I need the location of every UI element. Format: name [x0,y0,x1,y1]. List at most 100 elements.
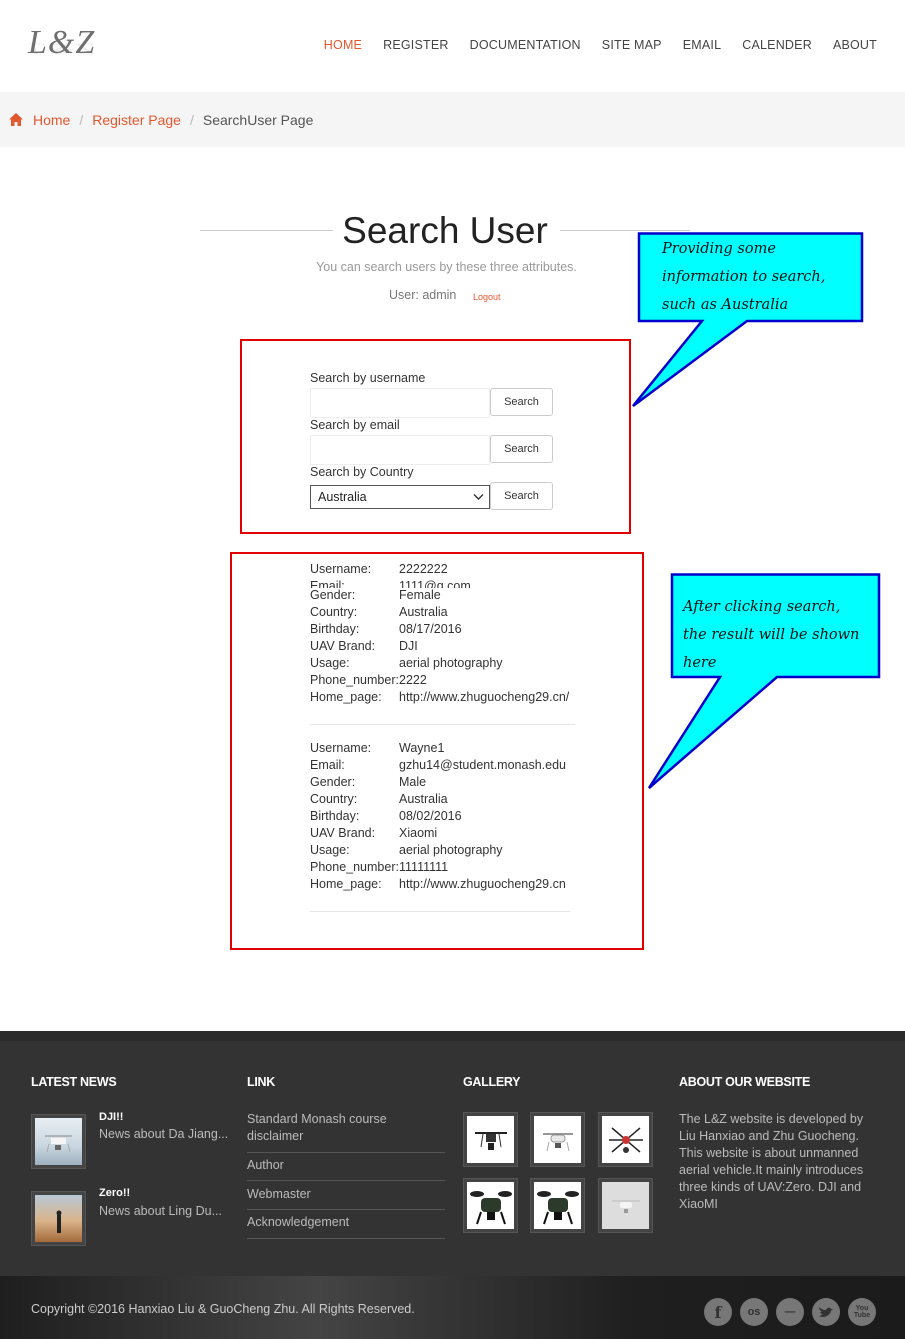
delicious-icon[interactable]: — [776,1298,804,1326]
field-value: 2222222 [399,562,448,576]
nav-email[interactable]: EMAIL [683,38,722,52]
logout-link[interactable]: Logout [473,292,501,302]
gallery-item[interactable] [598,1112,653,1167]
field-label: Country: [310,792,358,806]
field-label: Gender: [310,588,356,602]
gallery-heading: GALLERY [463,1075,521,1089]
search-country-button[interactable]: Search [490,482,553,510]
drone-image [35,1118,82,1165]
result-gender-row: Gender: Female [310,588,575,605]
result-username-row: Username: 2222222 [310,562,575,579]
search-email-button[interactable]: Search [490,435,553,463]
breadcrumb-home[interactable]: Home [33,112,70,128]
gallery-item[interactable] [463,1112,518,1167]
email-input[interactable] [310,435,490,465]
username-label: Search by username [310,371,426,385]
gallery-item[interactable] [598,1178,653,1233]
field-label: UAV Brand: [310,826,376,840]
callout-line: Providing some [662,241,776,257]
field-label: Email: [310,579,345,588]
result-birthday-row: Birthday: 08/17/2016 [310,622,575,639]
news-thumbnail[interactable] [31,1114,86,1169]
nav-site-map[interactable]: SITE MAP [602,38,662,52]
field-label: UAV Brand: [310,639,376,653]
result-usage-row: Usage: aerial photography [310,843,575,860]
twitter-icon[interactable] [812,1298,840,1326]
field-value: Female [399,588,441,602]
field-label: Home_page: [310,877,382,891]
gallery-item[interactable] [530,1178,585,1233]
nav-documentation[interactable]: DOCUMENTATION [470,38,581,52]
facebook-glyph: f [714,1302,722,1322]
gallery-item[interactable] [530,1112,585,1167]
field-label: Home_page: [310,690,382,704]
field-label: Birthday: [310,809,360,823]
field-label: Usage: [310,656,350,670]
field-label: Username: [310,741,372,755]
result-homepage-row: Home_page: http://www.zhuguocheng29.cn [310,877,575,894]
nav-calender[interactable]: CALENDER [742,38,812,52]
about-text: The L&Z website is developed by Liu Hanx… [679,1112,864,1211]
field-value: Australia [399,605,448,619]
callout-bottom-text: After clicking search, the result will b… [683,593,859,677]
home-icon [9,113,23,126]
field-value: Xiaomi [399,826,438,840]
result-email-row: Email: 1111@q.com [310,579,575,588]
result-homepage-row: Home_page: http://www.zhuguocheng29.cn/ [310,690,575,707]
footer-link-webmaster[interactable]: Webmaster [247,1186,445,1210]
site-logo-reflection: L&Z [28,39,96,59]
field-value[interactable]: http://www.zhuguocheng29.cn/ [399,690,569,707]
field-value: aerial photography [399,656,503,670]
drone-image [467,1116,514,1163]
link-heading: LINK [247,1075,275,1089]
youtube-icon[interactable]: You Tube [848,1298,876,1326]
result-phone-row: Phone_number: 2222 [310,673,575,690]
field-value: 08/02/2016 [399,809,462,823]
search-username-button[interactable]: Search [490,388,553,416]
callout-top-text: Providing some information to search, su… [662,235,825,319]
desert-image [35,1195,82,1242]
email-label: Search by email [310,418,400,432]
result-divider [310,911,570,912]
callout-line: here [683,655,717,671]
nav-register[interactable]: REGISTER [383,38,449,52]
facebook-icon[interactable]: f [704,1298,732,1326]
field-label: Phone_number: [310,673,399,687]
news-title[interactable]: Zero!! [99,1187,130,1199]
breadcrumb: Home / Register Page / SearchUser Page [0,92,905,147]
lastfm-icon[interactable]: os [740,1298,768,1326]
news-text: News about Da Jiang... [99,1127,229,1141]
footer-link-author[interactable]: Author [247,1157,445,1181]
field-value: 11111111 [399,860,449,874]
drone-image [602,1182,649,1229]
field-label: Usage: [310,843,350,857]
result-divider [310,724,575,725]
gallery-item[interactable] [463,1178,518,1233]
result-uav-brand-row: UAV Brand: DJI [310,639,575,656]
result-country-row: Country: Australia [310,605,575,622]
footer-link-acknowledgement[interactable]: Acknowledgement [247,1214,445,1239]
breadcrumb-separator: / [189,111,194,128]
nav-home[interactable]: HOME [324,38,362,52]
result-birthday-row: Birthday: 08/02/2016 [310,809,575,826]
page: L&Z L&Z HOME REGISTER DOCUMENTATION SITE… [0,0,905,1339]
breadcrumb-current: SearchUser Page [202,111,314,128]
result-email-row: Email: gzhu14@student.monash.edu [310,758,575,775]
callout-line: such as Australia [662,297,789,313]
country-select-value: Australia [318,490,367,504]
callout-line: the result will be shown [683,627,860,643]
news-title[interactable]: DJI!! [99,1111,123,1123]
breadcrumb-register[interactable]: Register Page [92,112,181,128]
footer-link-disclaimer[interactable]: Standard Monash course disclaimer [247,1111,445,1153]
result-gender-row: Gender: Male [310,775,575,792]
nav-about[interactable]: ABOUT [833,38,877,52]
field-value[interactable]: http://www.zhuguocheng29.cn [399,877,566,894]
field-label: Country: [310,605,358,619]
news-thumbnail[interactable] [31,1191,86,1246]
title-block: Search User [200,210,690,252]
twitter-bird-icon [819,1306,833,1317]
username-input[interactable] [310,388,490,418]
country-select[interactable]: Australia [310,485,490,509]
drone-image [602,1116,649,1163]
main-nav: HOME REGISTER DOCUMENTATION SITE MAP EMA… [303,38,877,52]
